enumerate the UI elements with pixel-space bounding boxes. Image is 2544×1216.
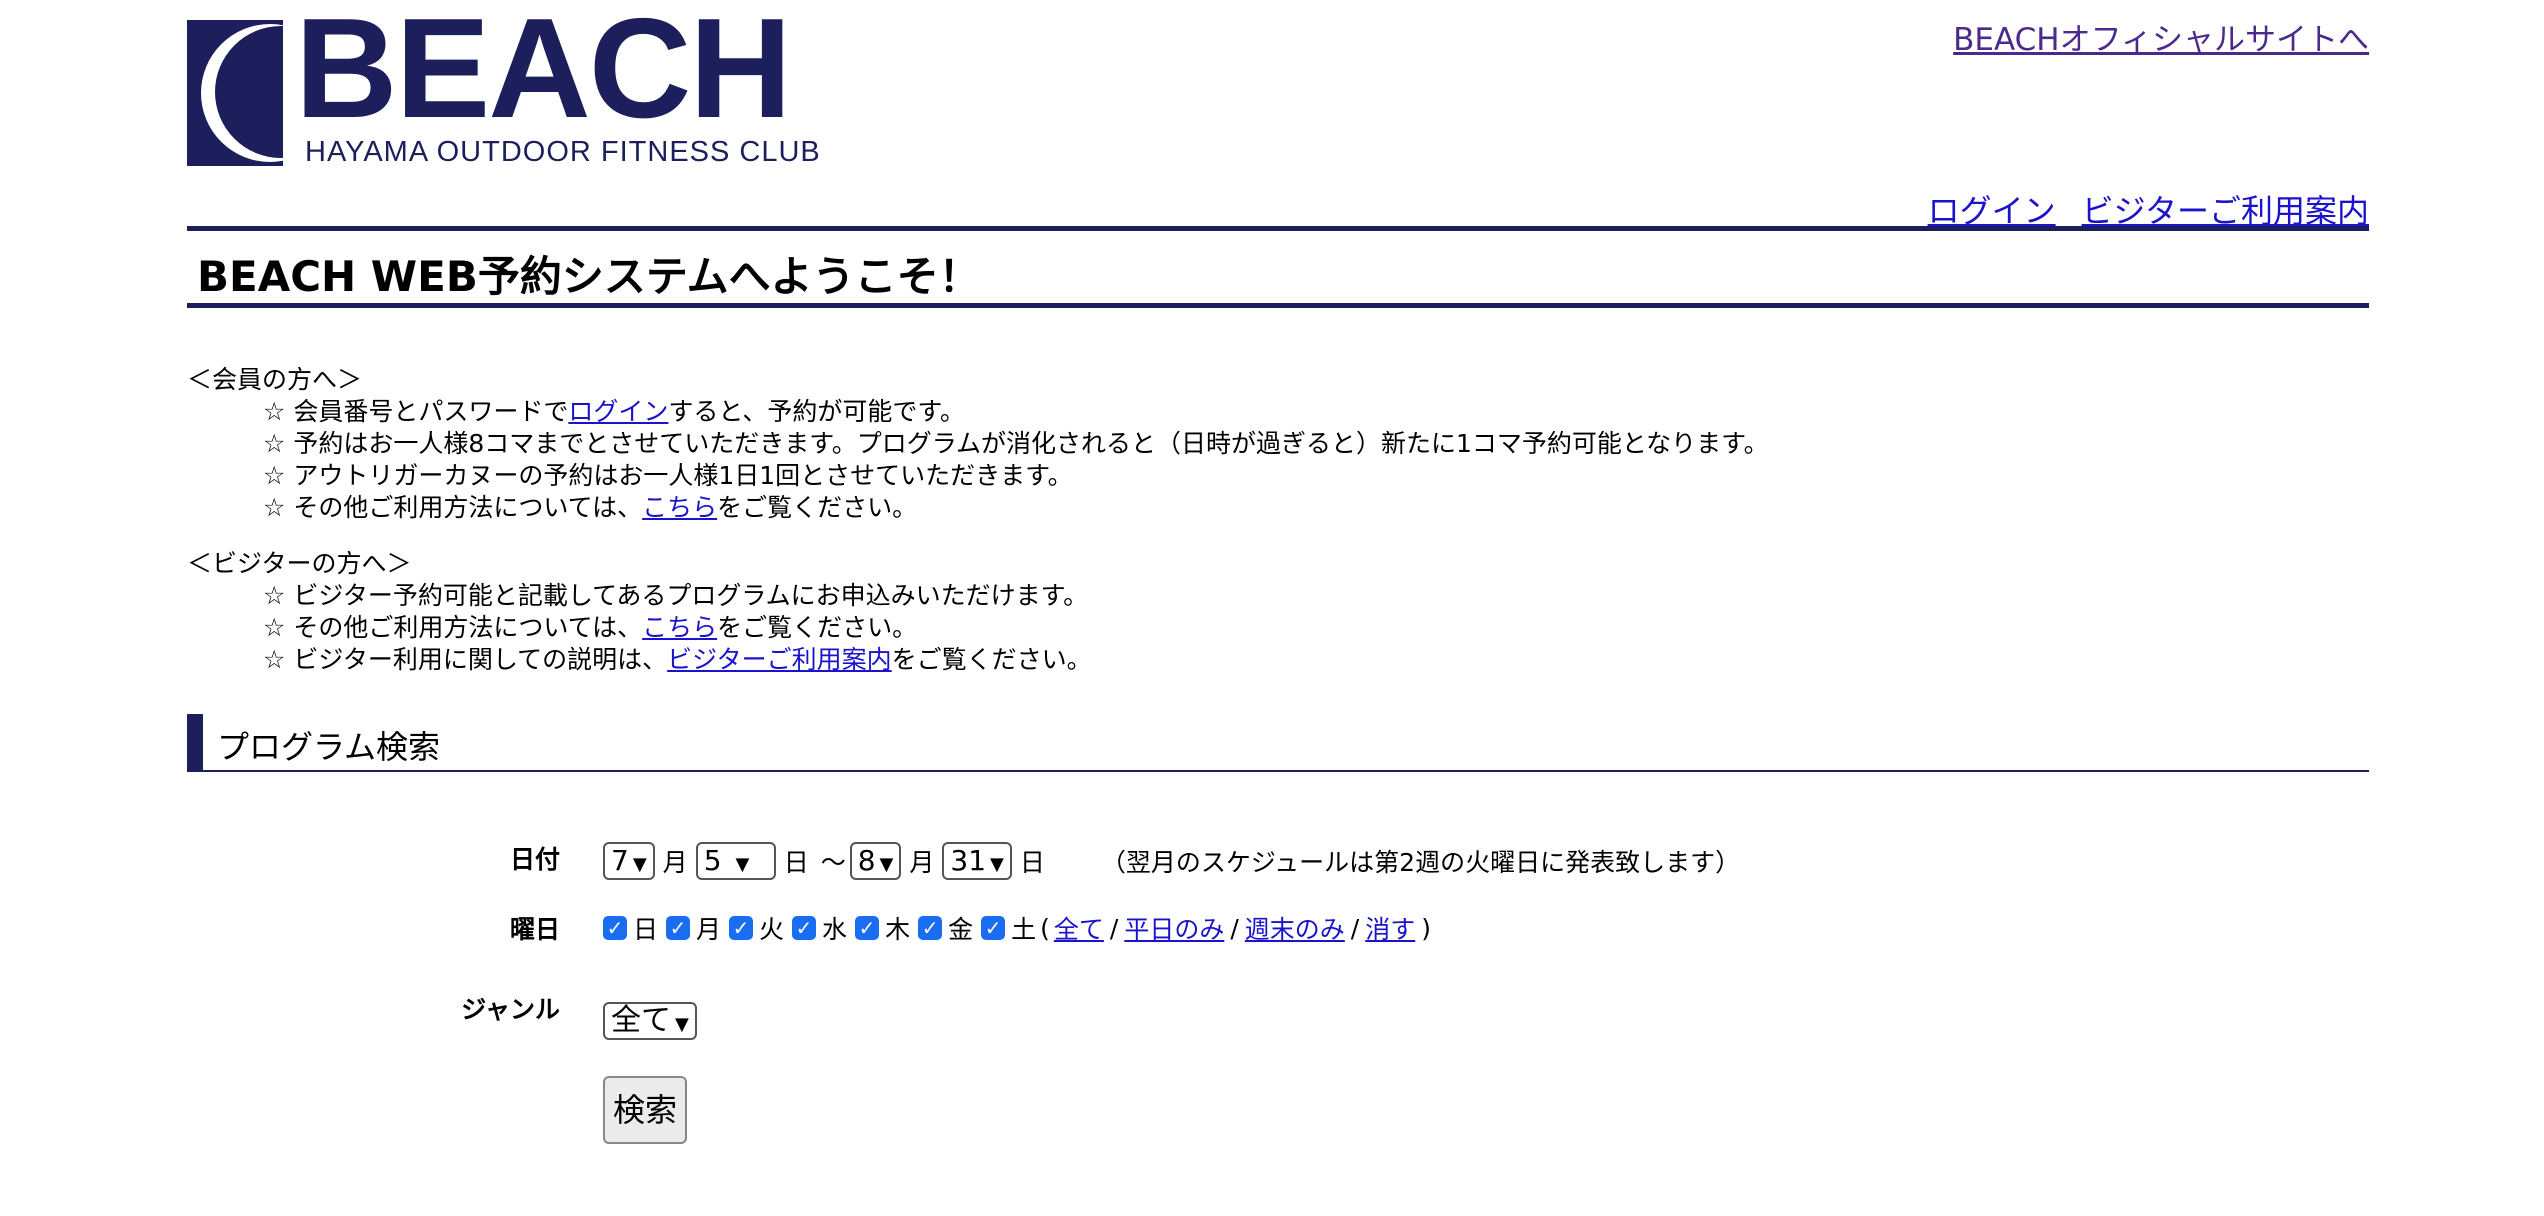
genre-select[interactable]: 全て ▼ (603, 1002, 697, 1040)
visitors-line-3-pre: ☆ ビジター利用に関しての説明は、 (263, 645, 668, 674)
to-day-select[interactable]: 31 ▼ (942, 842, 1012, 880)
moon-logo-icon (187, 20, 283, 166)
checkbox-wed[interactable]: ✓ (792, 916, 817, 940)
month-unit: 月 (662, 848, 688, 877)
day-unit: 日 (1019, 848, 1045, 877)
checkbox-sat[interactable]: ✓ (981, 916, 1006, 940)
login-link[interactable]: ログイン (1928, 192, 2056, 230)
chevron-down-icon: ▼ (735, 854, 750, 875)
info-block: ＜会員の方へ＞ ☆ 会員番号とパスワードでログインすると、予約が可能です。 ☆ … (187, 364, 1769, 676)
range-separator: ～ (820, 848, 846, 877)
genre-controls: 全て ▼ (603, 1002, 697, 1040)
visitors-line-3-post: をご覧ください。 (891, 645, 1092, 674)
weekday-tue-label: 火 (759, 915, 785, 944)
members-line-4-post: をご覧ください。 (717, 493, 918, 522)
clear-link[interactable]: 消す (1365, 915, 1415, 944)
visitors-line-2-post: をご覧ください。 (717, 613, 918, 642)
chevron-down-icon: ▼ (879, 854, 894, 875)
checkbox-sun[interactable]: ✓ (603, 916, 627, 940)
section-title: プログラム検索 (217, 728, 441, 766)
date-row: 日付 7 ▼ 月 5 ▼ 日～ 8 ▼ 月 31 ▼ 日（翌月のスケジュールは第2週の火曜日に発表致し… (187, 830, 2369, 880)
members-login-link[interactable]: ログイン (568, 397, 668, 426)
weekday-thu-label: 木 (885, 915, 911, 944)
date-controls: 7 ▼ 月 5 ▼ 日～ 8 ▼ 月 31 ▼ 日（翌月のスケジュールは第2週の火曜日に発表致します） (603, 842, 1740, 880)
members-line-1-pre: ☆ 会員番号とパスワードで (263, 397, 569, 426)
logo-text: BEACH (295, 0, 792, 148)
to-month-value: 8 (857, 844, 876, 877)
members-heading: ＜会員の方へ＞ (187, 365, 363, 394)
genre-label: ジャンル (461, 995, 560, 1024)
visitors-usage-link[interactable]: こちら (642, 613, 717, 642)
from-day-select[interactable]: 5 ▼ (695, 842, 776, 880)
month-unit: 月 (909, 848, 935, 877)
members-line-2: ☆ 予約はお一人様8コマまでとさせていただきます。プログラムが消化されると（日時… (263, 429, 1769, 458)
members-line-4: ☆ その他ご利用方法については、こちらをご覧ください。 (263, 492, 1769, 524)
visitors-heading: ＜ビジターの方へ＞ (187, 549, 412, 578)
members-line-1-post: すると、予約が可能です。 (668, 397, 965, 426)
members-line-3: ☆ アウトリガーカヌーの予約はお一人様1日1回とさせていただきます。 (263, 461, 1073, 490)
beach-logo[interactable]: BEACH HAYAMA OUTDOOR FITNESS CLUB (187, 0, 827, 168)
weekday-row: 曜日 ✓ 日 ✓ 月 ✓ 火 ✓ 水 ✓ 木 ✓ 金 ✓ 土(全て / 平日のみ / 週末のみ / 消す) (187, 910, 2369, 960)
separator: / (1230, 913, 1239, 943)
weekday-controls: ✓ 日 ✓ 月 ✓ 火 ✓ 水 ✓ 木 ✓ 金 ✓ 土(全て / 平日のみ / 週末のみ / 消す) (603, 910, 1437, 946)
from-month-value: 7 (611, 844, 629, 877)
date-label: 日付 (509, 845, 560, 874)
select-all-link[interactable]: 全て (1054, 915, 1104, 944)
to-day-value: 31 (950, 844, 987, 877)
members-line-1: ☆ 会員番号とパスワードでログインすると、予約が可能です。 (263, 396, 1769, 428)
weekend-only-link[interactable]: 週末のみ (1245, 915, 1345, 944)
paren-open: ( (1040, 913, 1050, 943)
weekday-only-link[interactable]: 平日のみ (1124, 915, 1224, 944)
separator: / (1350, 913, 1360, 943)
weekday-label: 曜日 (509, 915, 560, 944)
weekday-mon-label: 月 (696, 915, 722, 944)
chevron-down-icon: ▼ (675, 1014, 689, 1035)
separator: / (1109, 913, 1119, 943)
weekday-wed-label: 水 (822, 915, 848, 944)
members-line-4-pre: ☆ その他ご利用方法については、 (263, 493, 643, 522)
checkbox-fri[interactable]: ✓ (918, 916, 943, 940)
checkbox-thu[interactable]: ✓ (855, 916, 880, 940)
visitors-guide-link[interactable]: ビジターご利用案内 (667, 645, 892, 674)
chevron-down-icon: ▼ (990, 854, 1004, 875)
official-site-link[interactable]: BEACHオフィシャルサイトへ (1953, 14, 2369, 59)
button-controls: 検索 (603, 1076, 688, 1144)
checkbox-tue[interactable]: ✓ (729, 916, 754, 940)
visitor-guide-link[interactable]: ビジターご利用案内 (2082, 192, 2369, 230)
page-title: BEACH WEB予約システムへようこそ！ (197, 252, 981, 301)
genre-row: ジャンル 全て ▼ (187, 990, 2369, 1050)
from-month-select[interactable]: 7 ▼ (603, 842, 655, 880)
visitors-line-2: ☆ その他ご利用方法については、こちらをご覧ください。 (263, 612, 1769, 644)
program-search-header: プログラム検索 (187, 714, 2369, 772)
visitors-line-3: ☆ ビジター利用に関しての説明は、ビジターご利用案内をご覧ください。 (263, 644, 1769, 676)
search-button[interactable]: 検索 (603, 1076, 688, 1144)
paren-close: ) (1421, 913, 1432, 943)
checkbox-mon[interactable]: ✓ (666, 916, 691, 940)
to-month-select[interactable]: 8 ▼ (849, 842, 902, 880)
genre-value: 全て (611, 1003, 671, 1038)
visitors-line-1: ☆ ビジター予約可能と記載してあるプログラムにお申込みいただけます。 (263, 581, 1089, 610)
weekday-sat-label: 土 (1011, 915, 1037, 944)
members-usage-link[interactable]: こちら (642, 493, 717, 522)
logo-subtitle: HAYAMA OUTDOOR FITNESS CLUB (305, 136, 821, 168)
weekday-fri-label: 金 (948, 915, 974, 944)
day-unit: 日 (783, 848, 809, 877)
weekday-sun-label: 日 (633, 915, 659, 944)
title-bar: BEACH WEB予約システムへようこそ！ (187, 226, 2369, 308)
chevron-down-icon: ▼ (632, 854, 647, 875)
button-row: 検索 (187, 1076, 2369, 1156)
visitors-line-2-pre: ☆ その他ご利用方法については、 (263, 613, 643, 642)
from-day-value: 5 (703, 844, 722, 877)
schedule-note: （翌月のスケジュールは第2週の火曜日に発表致します） (1100, 848, 1741, 877)
